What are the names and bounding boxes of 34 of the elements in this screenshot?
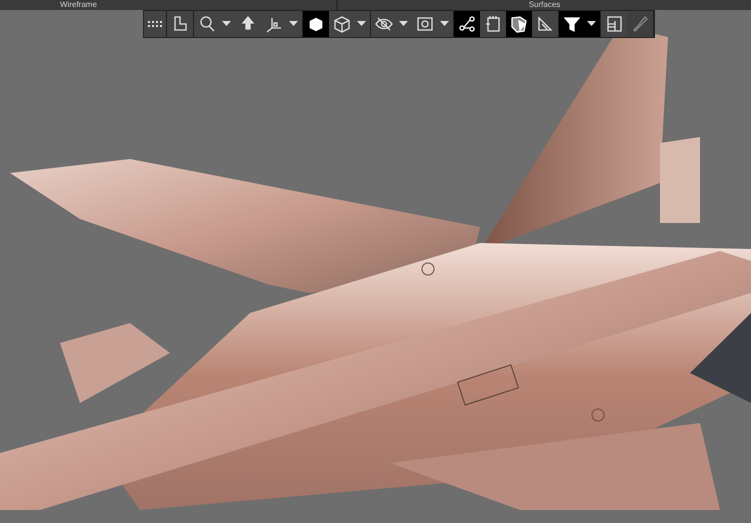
tool-button[interactable]: [480, 11, 506, 37]
panel-title: Wireframe: [60, 0, 97, 10]
tool-button[interactable]: [454, 11, 480, 37]
panel-icon: [605, 15, 623, 33]
filter-icon: [563, 15, 581, 33]
tool-button[interactable]: [506, 11, 532, 37]
eyedropper-icon: [631, 15, 649, 33]
eye-box-icon: [416, 15, 434, 33]
caret-icon: [357, 21, 366, 27]
tool-button[interactable]: [412, 11, 453, 37]
axis-icon: [265, 15, 283, 33]
caret-icon: [440, 21, 449, 27]
tool-button[interactable]: [303, 11, 329, 37]
eye-slash-icon: [375, 15, 393, 33]
tool-button[interactable]: [329, 11, 370, 37]
cube-icon: [307, 15, 325, 33]
caret-icon: [399, 21, 408, 27]
tool-button[interactable]: [167, 11, 193, 37]
caret-icon: [222, 21, 231, 27]
caret-icon: [289, 21, 298, 27]
tool-button[interactable]: [144, 11, 166, 37]
tool-button[interactable]: [532, 11, 558, 37]
panel-title: Surfaces: [528, 0, 560, 10]
grip-icon: [148, 21, 162, 27]
tool-button[interactable]: [601, 11, 627, 37]
tool-button[interactable]: [559, 11, 600, 37]
shaded-box-icon: [510, 15, 528, 33]
tool-button[interactable]: [371, 11, 412, 37]
wire-cube-icon: [333, 15, 351, 33]
sheet-icon: [484, 15, 502, 33]
nodes-icon: [458, 15, 476, 33]
zoom-icon: [198, 15, 216, 33]
tool-button[interactable]: [261, 11, 302, 37]
tool-button[interactable]: [194, 11, 235, 37]
